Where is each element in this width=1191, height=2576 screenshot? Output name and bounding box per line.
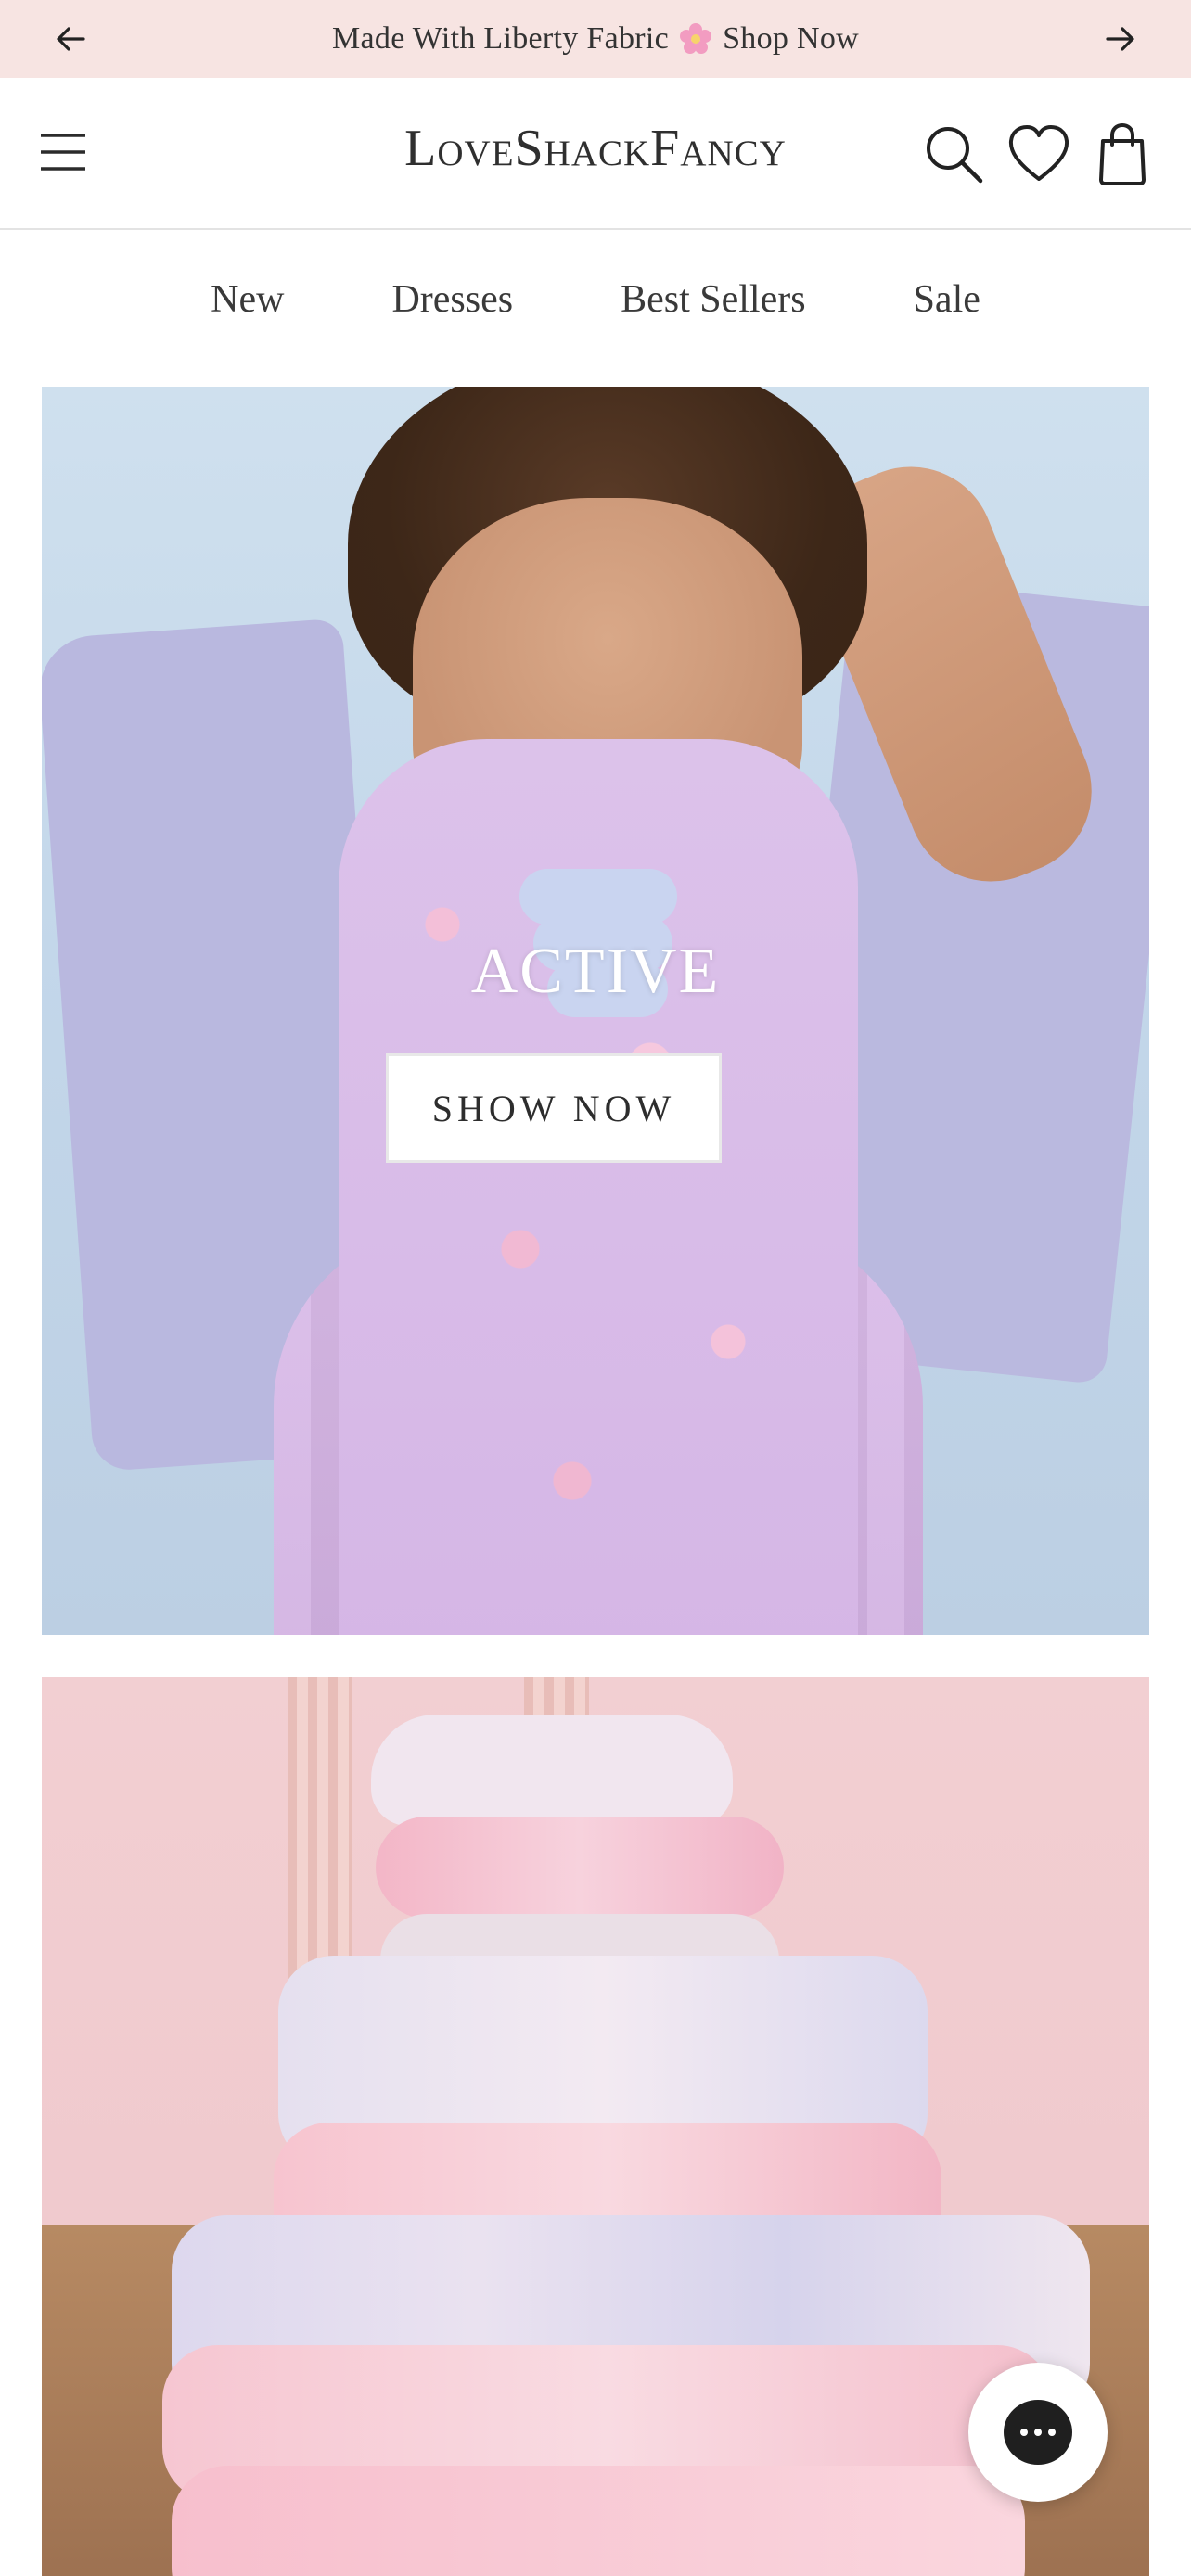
chat-button[interactable] [968,2363,1108,2502]
announcement-link[interactable]: Shop Now [723,21,859,57]
towel-shape [172,2466,1025,2576]
nav-item-new[interactable]: New [211,277,284,322]
arrow-left-icon[interactable] [48,17,93,61]
bow-towel-shape [371,1715,733,1826]
heart-icon[interactable] [1004,119,1074,189]
site-header: LoveShackFancy [0,78,1191,230]
arrow-right-icon[interactable] [1098,17,1143,61]
announcement-bar[interactable]: Made With Liberty Fabric Shop Now [0,0,1191,78]
shopping-bag-icon[interactable] [1087,119,1158,189]
nav-item-dresses[interactable]: Dresses [391,277,513,322]
hero-title: ACTIVE [470,936,721,1007]
shop-now-button[interactable]: SHOW NOW [386,1053,722,1163]
category-nav: New Dresses Best Sellers Sale [0,230,1191,369]
nav-item-sale[interactable]: Sale [914,277,980,322]
hero-banner-image[interactable] [42,387,1149,1635]
announcement-message[interactable]: Made With Liberty Fabric Shop Now [332,21,859,57]
pink-flower-icon [678,21,713,57]
chat-bubble-icon [1004,2400,1072,2465]
towel-shape [376,1817,784,1919]
nav-item-best-sellers[interactable]: Best Sellers [621,277,805,322]
announcement-text: Made With Liberty Fabric [332,21,670,56]
search-icon[interactable] [918,119,989,189]
